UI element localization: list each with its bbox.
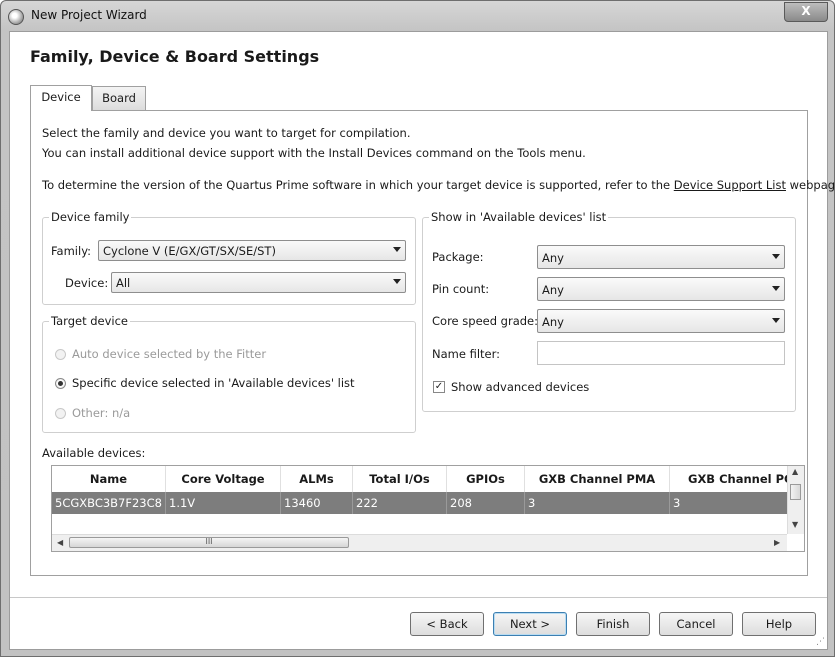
finish-button[interactable]: Finish [576, 612, 650, 636]
scroll-left-arrow-icon[interactable]: ◀ [57, 538, 63, 547]
available-devices-table: Name Core Voltage ALMs Total I/Os GPIOs … [51, 465, 805, 552]
chevron-down-icon [393, 279, 401, 284]
scroll-up-arrow-icon[interactable]: ▲ [792, 467, 798, 476]
show-advanced-label: Show advanced devices [451, 380, 590, 394]
horizontal-scroll-thumb[interactable]: III [69, 537, 349, 548]
title-bar: New Project Wizard X [1, 1, 834, 31]
cell-gxb-channel-pcs: 3 [673, 496, 681, 510]
intro-line-3-prefix: To determine the version of the Quartus … [42, 178, 671, 192]
intro-line-3-suffix: webpage. [789, 178, 835, 192]
device-support-list-link[interactable]: Device Support List [674, 178, 786, 192]
package-select[interactable]: Any [537, 245, 785, 269]
device-family-group: Device family Family: Cyclone V (E/GX/GT… [42, 210, 416, 305]
tab-board[interactable]: Board [92, 86, 146, 110]
chevron-down-icon [772, 286, 780, 291]
device-tab-panel: Select the family and device you want to… [30, 110, 834, 576]
resize-grip-icon[interactable]: ⋰ [816, 637, 825, 647]
intro-line-2: You can install additional device suppor… [42, 146, 586, 160]
chevron-down-icon [772, 254, 780, 259]
package-select-value: Any [542, 251, 564, 265]
device-select[interactable]: All [111, 272, 406, 293]
show-in-list-title: Show in 'Available devices' list [429, 210, 609, 224]
pin-count-label: Pin count: [432, 282, 490, 296]
cell-alms: 13460 [281, 492, 353, 514]
specific-device-label: Specific device selected in 'Available d… [72, 376, 355, 390]
wizard-client-area: Family, Device & Board Settings Device B… [9, 31, 834, 650]
column-header-gpios[interactable]: GPIOs [447, 466, 525, 492]
help-button[interactable]: Help [742, 612, 816, 636]
next-button[interactable]: Next > [493, 612, 567, 636]
intro-line-1: Select the family and device you want to… [42, 126, 411, 140]
column-header-core-voltage[interactable]: Core Voltage [166, 466, 281, 492]
speed-grade-select-value: Any [542, 315, 564, 329]
new-project-wizard-window: New Project Wizard X Family, Device & Bo… [0, 0, 835, 657]
cancel-button[interactable]: Cancel [659, 612, 733, 636]
package-label: Package: [432, 250, 484, 264]
auto-device-radio[interactable] [55, 349, 66, 360]
cell-core-voltage: 1.1V [166, 492, 281, 514]
device-family-title: Device family [49, 210, 132, 224]
show-advanced-checkbox[interactable]: ✓ [433, 381, 445, 393]
back-button[interactable]: < Back [410, 612, 484, 636]
column-header-alms[interactable]: ALMs [281, 466, 353, 492]
auto-device-label: Auto device selected by the Fitter [72, 347, 267, 361]
scroll-down-arrow-icon[interactable]: ▼ [792, 520, 798, 529]
footer-separator [10, 597, 827, 598]
pin-count-select-value: Any [542, 283, 564, 297]
cell-total-ios: 222 [353, 492, 447, 514]
page-title: Family, Device & Board Settings [30, 47, 320, 66]
target-device-title: Target device [49, 314, 131, 328]
device-select-value: All [116, 276, 131, 290]
window-title: New Project Wizard [31, 8, 147, 22]
app-icon [8, 9, 24, 25]
family-label: Family: [51, 244, 92, 258]
table-header: Name Core Voltage ALMs Total I/Os GPIOs … [52, 466, 787, 493]
table-row[interactable]: 5CGXBC3B7F23C8 1.1V 13460 222 208 3 3 [52, 492, 787, 514]
chevron-down-icon [772, 318, 780, 323]
speed-grade-label: Core speed grade: [432, 314, 538, 328]
specific-device-radio[interactable] [55, 378, 66, 389]
column-header-gxb-channel-pcs[interactable]: GXB Channel PCS [670, 466, 787, 492]
name-filter-input[interactable] [537, 341, 785, 365]
cell-gxb-channel-pma: 3 [525, 492, 670, 514]
column-header-gxb-channel-pma[interactable]: GXB Channel PMA [525, 466, 670, 492]
horizontal-scrollbar[interactable]: ◀ III ▶ [52, 534, 787, 551]
close-button[interactable]: X [784, 2, 828, 22]
available-devices-label: Available devices: [42, 446, 146, 460]
speed-grade-select[interactable]: Any [537, 309, 785, 333]
name-filter-label: Name filter: [432, 347, 501, 361]
device-label: Device: [65, 276, 109, 290]
scroll-right-arrow-icon[interactable]: ▶ [774, 538, 780, 547]
intro-line-3: To determine the version of the Quartus … [42, 178, 835, 192]
cell-name: 5CGXBC3B7F23C8 [52, 492, 166, 514]
family-select-value: Cyclone V (E/GX/GT/SX/SE/ST) [103, 244, 276, 258]
column-header-name[interactable]: Name [52, 466, 166, 492]
show-in-list-group: Show in 'Available devices' list Package… [422, 210, 796, 412]
family-select[interactable]: Cyclone V (E/GX/GT/SX/SE/ST) [98, 240, 406, 261]
vertical-scroll-thumb[interactable] [790, 484, 801, 500]
tab-device[interactable]: Device [30, 85, 92, 111]
chevron-down-icon [393, 247, 401, 252]
column-header-total-ios[interactable]: Total I/Os [353, 466, 447, 492]
pin-count-select[interactable]: Any [537, 277, 785, 301]
other-device-radio[interactable] [55, 408, 66, 419]
vertical-scrollbar[interactable]: ▲ ▼ [787, 466, 804, 534]
cell-gpios: 208 [447, 492, 525, 514]
target-device-group: Target device Auto device selected by th… [42, 314, 416, 433]
other-device-label: Other: n/a [72, 406, 131, 420]
